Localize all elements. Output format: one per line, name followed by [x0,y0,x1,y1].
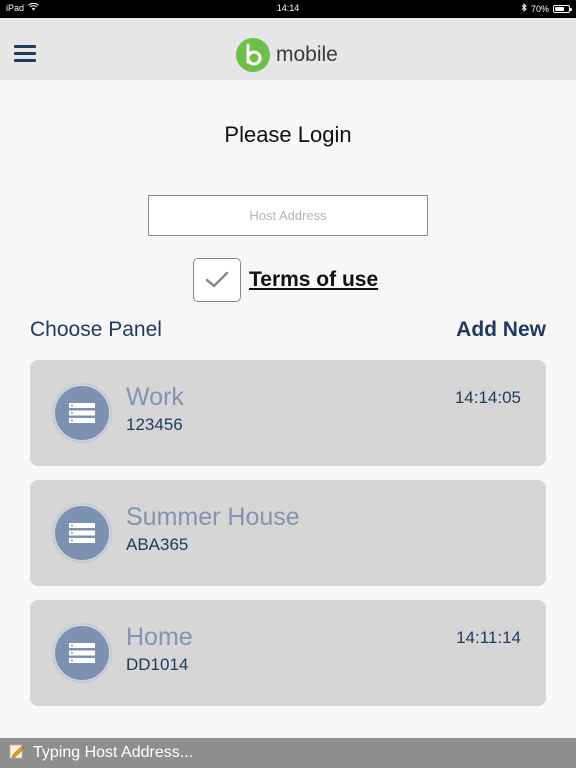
panel-name: Home [126,623,193,651]
checkmark-icon [205,271,229,288]
app-logo: mobile [236,38,338,72]
panel-card-work[interactable]: Work 123456 14:14:05 [30,360,546,466]
panel-name: Work [126,383,184,411]
logo-b-icon [236,38,270,72]
bottom-status-text: Typing Host Address... [33,744,194,761]
panel-name: Summer House [126,503,300,531]
note-pencil-icon [9,743,25,764]
battery-percent: 70% [530,3,549,14]
panel-code: 123456 [126,415,183,434]
top-spacer [0,18,576,30]
status-bar: iPad 14:14 70% [0,0,576,18]
panel-server-icon [52,623,112,683]
panel-card-summer-house[interactable]: Summer House ABA365 [30,480,546,586]
panel-server-icon [52,383,112,443]
host-address-input[interactable] [148,195,428,236]
bottom-status-bar: Typing Host Address... [0,738,576,768]
terms-row: Terms of use [193,258,378,302]
bluetooth-icon [521,2,527,14]
panel-server-icon [52,503,112,563]
panel-time: 14:14:05 [454,388,521,407]
panel-code: DD1014 [126,655,189,674]
panel-time: 14:11:14 [456,628,521,647]
status-time: 14:14 [276,3,300,13]
logo-text: mobile [276,43,338,66]
terms-of-use-link[interactable]: Terms of use [249,268,378,292]
choose-panel-heading: Choose Panel [30,318,162,341]
page-title: Please Login [224,122,352,147]
battery-icon [553,4,572,13]
terms-checkbox[interactable] [193,258,241,302]
panel-card-home[interactable]: Home DD1014 14:11:14 [30,600,546,706]
nav-bar: mobile [0,30,576,80]
panel-code: ABA365 [126,535,189,554]
status-right: 70% [521,2,572,14]
add-new-button[interactable]: Add New [456,318,546,342]
hamburger-icon[interactable] [14,43,37,65]
